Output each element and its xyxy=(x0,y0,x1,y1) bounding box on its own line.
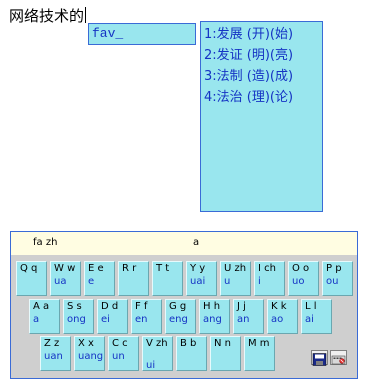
key-label: E e xyxy=(88,263,104,274)
key-label: V zh xyxy=(146,338,168,349)
key-final: eng xyxy=(169,314,188,325)
key-label: Y y xyxy=(190,263,206,274)
text-caret xyxy=(85,7,87,23)
key-g[interactable]: G g eng xyxy=(165,299,196,334)
key-label: A a xyxy=(33,301,50,312)
key-final: ei xyxy=(101,314,110,325)
document-text-line[interactable]: 网络技术的 xyxy=(9,6,87,26)
key-final: uang xyxy=(78,351,104,362)
key-v[interactable]: V zh ui xyxy=(142,336,173,371)
key-final: un xyxy=(112,351,125,362)
key-final: i xyxy=(258,276,261,287)
key-b[interactable]: B b xyxy=(176,336,207,371)
key-label: R r xyxy=(122,263,137,274)
key-o[interactable]: O o uo xyxy=(288,261,319,296)
key-label: H h xyxy=(203,301,221,312)
key-z[interactable]: Z z uan xyxy=(40,336,71,371)
key-y[interactable]: Y y uai xyxy=(186,261,217,296)
key-label: X x xyxy=(78,338,94,349)
composition-text: fav_ xyxy=(92,26,124,41)
key-label: K k xyxy=(271,301,287,312)
key-label: P p xyxy=(326,263,342,274)
key-label: J j xyxy=(237,301,246,312)
key-label: S s xyxy=(67,301,82,312)
key-final: ou xyxy=(326,276,339,287)
key-final: en xyxy=(135,314,148,325)
key-final: uo xyxy=(292,276,305,287)
key-label: U zh xyxy=(224,263,247,274)
key-n[interactable]: N n xyxy=(210,336,241,371)
key-u[interactable]: U zh u xyxy=(220,261,251,296)
key-d[interactable]: D d ei xyxy=(97,299,128,334)
key-h[interactable]: H h ang xyxy=(199,299,230,334)
key-final: a xyxy=(33,314,40,325)
key-label: L l xyxy=(305,301,317,312)
key-label: W w xyxy=(54,263,76,274)
key-final: e xyxy=(88,276,95,287)
key-final: uan xyxy=(44,351,63,362)
candidate-item[interactable]: 4:法治 (理)(论) xyxy=(204,87,322,108)
key-f[interactable]: F f en xyxy=(131,299,162,334)
key-q[interactable]: Q q xyxy=(16,261,47,296)
key-r[interactable]: R r xyxy=(118,261,149,296)
keyboard-settings-icon[interactable] xyxy=(330,350,347,365)
key-label: O o xyxy=(292,263,310,274)
key-s[interactable]: S s ong xyxy=(63,299,94,334)
key-label: N n xyxy=(214,338,231,349)
key-label: D d xyxy=(101,301,119,312)
key-w[interactable]: W w ua xyxy=(50,261,81,296)
key-label: M m xyxy=(248,338,270,349)
key-final: an xyxy=(237,314,250,325)
key-e[interactable]: E e e xyxy=(84,261,115,296)
soft-keyboard: fa zh a Q q W w ua E e e R r T t Y y uai U zh u I c… xyxy=(10,231,358,379)
key-final: uai xyxy=(190,276,206,287)
key-final: ai xyxy=(305,314,314,325)
key-c[interactable]: C c un xyxy=(108,336,139,371)
candidate-window: 1:发展 (开)(始) 2:发证 (明)(亮) 3:法制 (造)(成) 4:法治… xyxy=(200,21,323,212)
header-pinyin: fa zh xyxy=(33,237,58,248)
key-final: ang xyxy=(203,314,222,325)
key-m[interactable]: M m xyxy=(244,336,275,371)
header-char: a xyxy=(193,237,200,248)
key-k[interactable]: K k ao xyxy=(267,299,298,334)
key-label: I ch xyxy=(258,263,276,274)
key-label: G g xyxy=(169,301,187,312)
floppy-disk-icon[interactable] xyxy=(311,350,328,366)
key-label: C c xyxy=(112,338,128,349)
key-label: T t xyxy=(156,263,170,274)
key-x[interactable]: X x uang xyxy=(74,336,105,371)
document-text: 网络技术的 xyxy=(9,7,85,25)
keyboard-header: fa zh a xyxy=(11,232,357,255)
key-final: ua xyxy=(54,276,67,287)
key-l[interactable]: L l ai xyxy=(301,299,332,334)
key-final: ui xyxy=(146,360,156,371)
key-final: u xyxy=(224,276,231,287)
key-i[interactable]: I ch i xyxy=(254,261,285,296)
key-label: Z z xyxy=(44,338,60,349)
key-label: B b xyxy=(180,338,197,349)
candidate-item[interactable]: 3:法制 (造)(成) xyxy=(204,66,322,87)
key-label: F f xyxy=(135,301,148,312)
key-p[interactable]: P p ou xyxy=(322,261,353,296)
key-a[interactable]: A a a xyxy=(29,299,60,334)
key-t[interactable]: T t xyxy=(152,261,183,296)
composition-window: fav_ xyxy=(88,23,196,45)
key-final: ao xyxy=(271,314,284,325)
key-final: ong xyxy=(67,314,86,325)
candidate-item[interactable]: 2:发证 (明)(亮) xyxy=(204,45,322,66)
candidate-item[interactable]: 1:发展 (开)(始) xyxy=(204,24,322,45)
key-j[interactable]: J j an xyxy=(233,299,264,334)
key-label: Q q xyxy=(20,263,38,274)
